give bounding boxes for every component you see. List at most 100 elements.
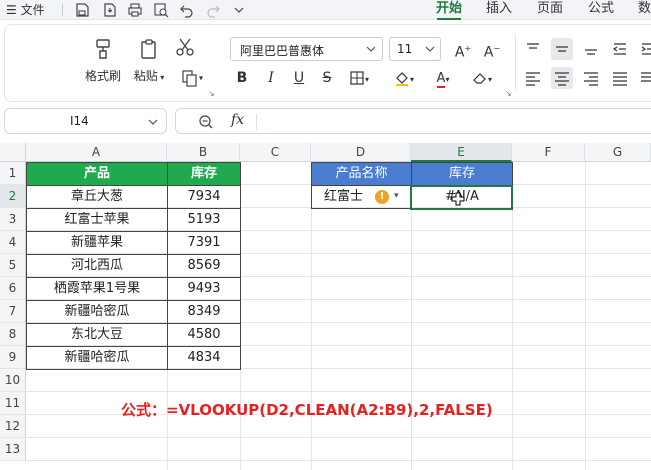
tab-home[interactable]: 开始: [436, 1, 462, 20]
increase-indent-icon[interactable]: [637, 38, 651, 60]
row-header[interactable]: 9: [0, 346, 26, 369]
gridline: [26, 437, 651, 438]
table-cell-stock[interactable]: 5193: [167, 208, 241, 232]
row-header[interactable]: 12: [0, 415, 26, 438]
tab-insert[interactable]: 插入: [486, 1, 512, 19]
table-cell-stock[interactable]: 8569: [167, 254, 241, 278]
fill-color-icon[interactable]: ▾: [389, 67, 419, 89]
column-header-g[interactable]: G: [585, 143, 651, 162]
table-cell-product[interactable]: 新疆苹果: [26, 231, 168, 255]
table-cell-product[interactable]: 新疆哈密瓜: [26, 346, 168, 370]
lookup-header-stock[interactable]: 库存: [411, 162, 513, 186]
fx-icon[interactable]: fx: [231, 112, 244, 128]
cut-button[interactable]: [173, 37, 197, 57]
copy-button[interactable]: ▾: [175, 69, 209, 87]
column-header-c[interactable]: C: [240, 143, 311, 162]
italic-icon[interactable]: I: [260, 67, 282, 89]
chevron-down-icon[interactable]: ▾: [394, 191, 399, 201]
table-cell-product[interactable]: 河北西瓜: [26, 254, 168, 278]
select-all-corner[interactable]: [0, 143, 26, 162]
print-icon[interactable]: [127, 2, 145, 18]
borders-icon[interactable]: ▾: [344, 67, 374, 89]
table-cell-stock[interactable]: 9493: [167, 277, 241, 301]
row-header[interactable]: 5: [0, 254, 26, 277]
chevron-down-icon: [366, 46, 376, 52]
row-header[interactable]: 11: [0, 392, 26, 415]
format-painter-button[interactable]: 格式刷: [81, 37, 125, 84]
table-cell-product[interactable]: 栖霞苹果1号果: [26, 277, 168, 301]
row-header[interactable]: 3: [0, 208, 26, 231]
zoom-icon[interactable]: [198, 114, 214, 130]
save-icon[interactable]: [74, 2, 92, 18]
table-cell-product[interactable]: 东北大豆: [26, 323, 168, 347]
tab-page[interactable]: 页面: [537, 1, 563, 19]
align-bottom-icon[interactable]: [580, 38, 602, 60]
paste-button[interactable]: 粘贴 ▾: [129, 37, 169, 84]
underline-icon[interactable]: U: [288, 67, 310, 89]
row-header[interactable]: 10: [0, 369, 26, 392]
font-color-icon[interactable]: A▾: [428, 67, 458, 89]
decrease-font-icon[interactable]: A−: [481, 38, 503, 61]
tab-data[interactable]: 数: [638, 1, 651, 19]
dialog-launcher-icon[interactable]: ↘: [505, 89, 512, 98]
redo-icon[interactable]: [205, 2, 223, 18]
lookup-header-name[interactable]: 产品名称: [311, 162, 412, 186]
name-box[interactable]: I14: [4, 108, 167, 134]
table-cell-product[interactable]: 新疆哈密瓜: [26, 300, 168, 324]
font-size-select[interactable]: 11: [389, 37, 441, 61]
row-header[interactable]: 7: [0, 300, 26, 323]
table-cell-stock[interactable]: 7934: [167, 185, 241, 209]
row-header[interactable]: 4: [0, 231, 26, 254]
file-menu-label: 文件: [20, 3, 45, 17]
column-header-e[interactable]: E: [411, 143, 512, 162]
hamburger-icon: ☰: [6, 3, 17, 17]
align-top-icon[interactable]: [522, 38, 544, 60]
column-header-f[interactable]: F: [512, 143, 585, 162]
column-header-a[interactable]: A: [26, 143, 167, 162]
chevron-down-icon: [425, 46, 435, 52]
row-header[interactable]: 2: [0, 185, 26, 208]
table-header-stock[interactable]: 库存: [167, 162, 241, 186]
align-left-icon[interactable]: [522, 67, 544, 89]
column-header-d[interactable]: D: [311, 143, 411, 162]
spreadsheet-grid[interactable]: A B C D E F G 1 2 3 4 5 6 7 8 9 10 11 12…: [0, 143, 651, 470]
file-menu[interactable]: ☰ 文件: [6, 2, 45, 18]
export-pdf-icon[interactable]: [102, 2, 120, 18]
row-header[interactable]: 8: [0, 323, 26, 346]
column-header-b[interactable]: B: [167, 143, 240, 162]
row-header[interactable]: 13: [0, 438, 26, 461]
strikethrough-icon[interactable]: S: [316, 67, 338, 89]
table-cell-stock[interactable]: 4580: [167, 323, 241, 347]
scissors-icon: [176, 38, 194, 56]
table-cell-stock[interactable]: 7391: [167, 231, 241, 255]
row-header[interactable]: 1: [0, 162, 26, 185]
align-right-icon[interactable]: [580, 67, 602, 89]
distributed-align-icon[interactable]: [637, 67, 651, 89]
align-middle-icon[interactable]: [551, 38, 573, 60]
undo-icon[interactable]: [179, 2, 197, 18]
formula-bar-separator: [256, 114, 257, 130]
tab-formula[interactable]: 公式: [588, 1, 614, 19]
row-header[interactable]: 6: [0, 277, 26, 300]
more-chevron-icon[interactable]: [231, 2, 249, 18]
table-cell-stock[interactable]: 4834: [167, 346, 241, 370]
align-center-icon[interactable]: [551, 67, 573, 89]
chevron-down-icon: [148, 119, 158, 125]
table-cell-product[interactable]: 章丘大葱: [26, 185, 168, 209]
dialog-launcher-icon[interactable]: ↘: [208, 89, 215, 98]
bold-icon[interactable]: B: [231, 67, 253, 89]
table-header-product[interactable]: 产品: [26, 162, 168, 186]
table-cell-product[interactable]: 红富士苹果: [26, 208, 168, 232]
justify-icon[interactable]: [609, 67, 631, 89]
ribbon-separator: [515, 35, 516, 91]
font-family-select[interactable]: 阿里巴巴普惠体: [230, 37, 383, 61]
warning-icon[interactable]: !: [375, 190, 389, 204]
menu-separator: [62, 4, 63, 16]
decrease-indent-icon[interactable]: [609, 38, 631, 60]
increase-font-icon[interactable]: A+: [452, 38, 474, 61]
eraser-icon[interactable]: ▾: [467, 67, 497, 89]
preview-icon[interactable]: [153, 2, 171, 18]
formula-bar[interactable]: fx: [175, 108, 651, 134]
chevron-down-icon: ▾: [157, 73, 165, 82]
table-cell-stock[interactable]: 8349: [167, 300, 241, 324]
